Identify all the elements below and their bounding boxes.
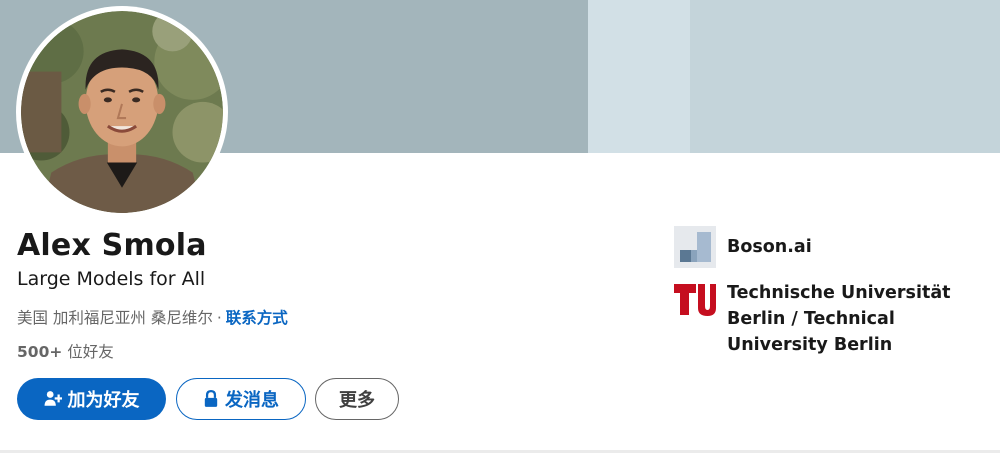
message-button-label: 发消息 xyxy=(225,390,279,411)
location-line: 美国 加利福尼亚州 桑尼维尔 · 联系方式 xyxy=(17,306,288,328)
banner-panel-right xyxy=(690,0,1000,153)
contact-info-link[interactable]: 联系方式 xyxy=(226,309,288,327)
connections-label: 位好友 xyxy=(67,343,114,361)
connections-number: 500+ xyxy=(17,343,63,361)
connect-button[interactable]: 加为好友 xyxy=(17,378,166,420)
separator-dot: · xyxy=(216,309,222,327)
tu-berlin-logo-icon xyxy=(674,280,716,322)
org-tu-berlin[interactable]: Technische Universität Berlin / Technica… xyxy=(674,280,957,358)
avatar[interactable] xyxy=(16,6,228,218)
more-button-label: 更多 xyxy=(339,390,375,411)
lock-icon xyxy=(203,390,219,408)
connect-button-label: 加为好友 xyxy=(67,390,140,411)
org-name-boson: Boson.ai xyxy=(727,237,812,257)
org-name-tu-berlin: Technische Universität Berlin / Technica… xyxy=(727,283,951,355)
connections-count[interactable]: 500+ 位好友 xyxy=(17,340,114,362)
profile-card: Alex Smola Large Models for All 美国 加利福尼亚… xyxy=(0,0,1000,453)
boson-logo-icon xyxy=(674,226,716,268)
banner-shape-light xyxy=(588,0,692,153)
profile-headline: Large Models for All xyxy=(17,268,206,290)
add-person-icon xyxy=(44,390,62,408)
location-text: 美国 加利福尼亚州 桑尼维尔 xyxy=(17,309,213,327)
profile-photo xyxy=(21,11,223,213)
profile-name: Alex Smola xyxy=(17,228,207,263)
more-button[interactable]: 更多 xyxy=(315,378,399,420)
message-button[interactable]: 发消息 xyxy=(176,378,306,420)
org-boson[interactable]: Boson.ai xyxy=(674,226,957,268)
